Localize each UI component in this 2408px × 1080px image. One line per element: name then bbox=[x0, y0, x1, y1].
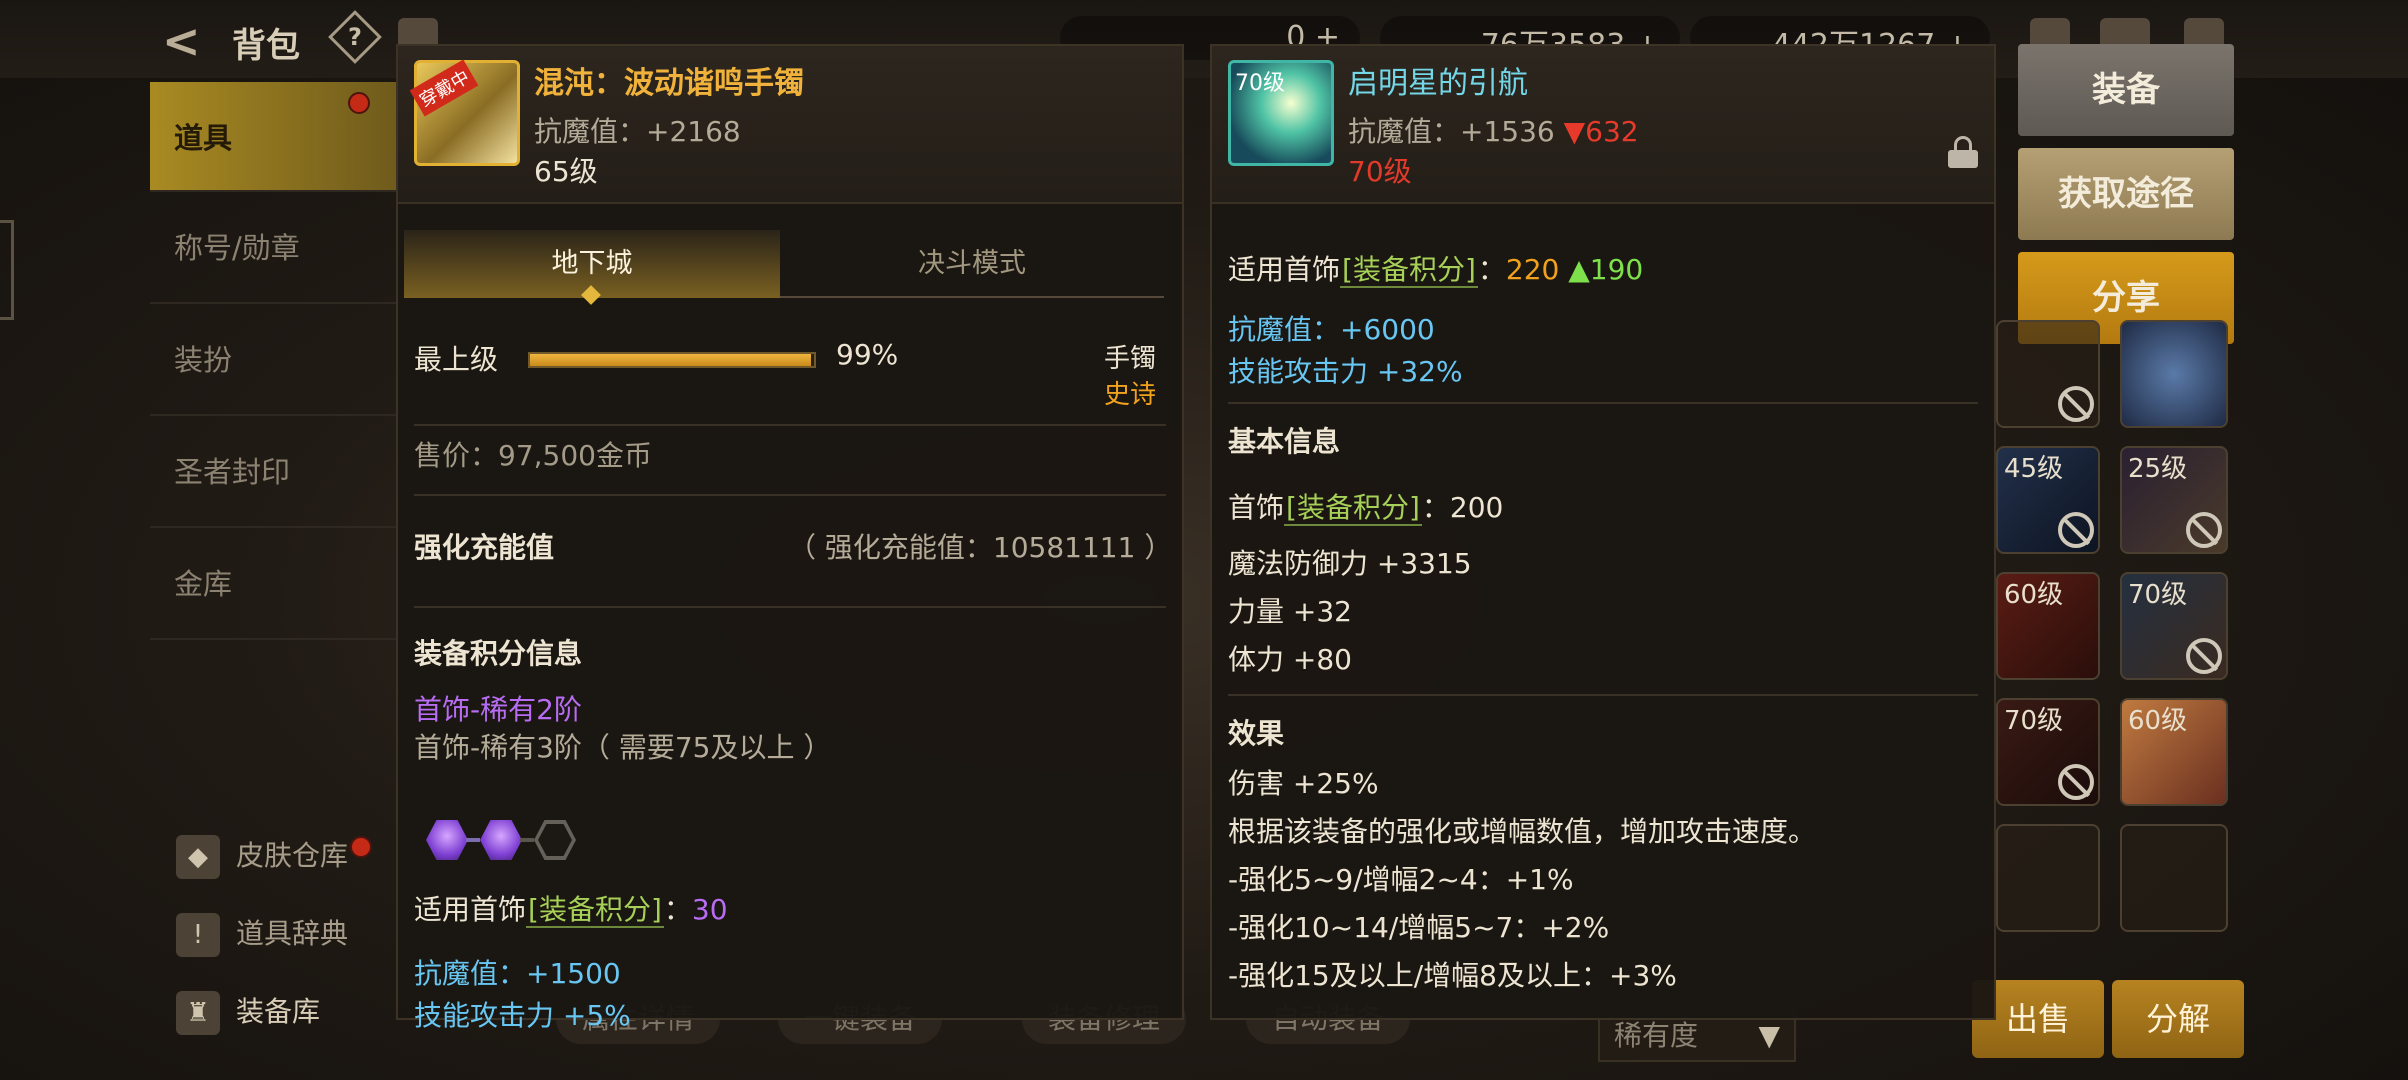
bonus-stat-1: 抗魔值：+1500 bbox=[414, 957, 621, 990]
page-title: 背包 bbox=[232, 26, 300, 66]
tier-connector bbox=[520, 838, 534, 842]
score-info-title: 装备积分信息 bbox=[414, 637, 583, 670]
bonus-stat-2: 技能攻击力 +32% bbox=[1228, 355, 1463, 388]
hanger-icon: ◆ bbox=[176, 835, 220, 879]
tier-connector bbox=[466, 838, 480, 842]
score-increase: ▲190 bbox=[1568, 253, 1644, 286]
score-line: 适用首饰[装备积分]：30 bbox=[414, 893, 728, 928]
star-item-icon: 70级 bbox=[1228, 60, 1334, 166]
mode-tabs: 地下城 决斗模式 bbox=[404, 230, 1164, 305]
equipment-score-link[interactable]: [装备积分] bbox=[1284, 491, 1422, 526]
item-level-badge: 70级 bbox=[1235, 71, 1285, 96]
help-icon[interactable]: ? bbox=[328, 10, 382, 64]
tier-empty-icon bbox=[534, 820, 576, 860]
unusable-icon bbox=[2186, 512, 2222, 548]
item-header: 穿戴中 混沌：波动谐鸣手镯 抗魔值：+2168 65级 bbox=[398, 46, 1182, 204]
divider bbox=[1228, 694, 1978, 696]
score-value: 220 bbox=[1505, 253, 1560, 286]
equipped-item-tooltip: 穿戴中 混沌：波动谐鸣手镯 抗魔值：+2168 65级 地下城 决斗模式 最上级… bbox=[396, 44, 1184, 1032]
item-name: 启明星的引航 bbox=[1348, 66, 1528, 101]
item-level: 70级 bbox=[1348, 155, 1412, 188]
effect-line: -强化15及以上/增幅8及以上：+3% bbox=[1228, 959, 1677, 992]
tier-gem-icon bbox=[480, 820, 522, 860]
skin-storage-link[interactable]: ◆ 皮肤仓库 bbox=[176, 834, 348, 879]
effect-line: -强化10~14/增幅5~7：+2% bbox=[1228, 911, 1610, 944]
armor-icon: ♜ bbox=[176, 991, 220, 1035]
notification-dot bbox=[348, 92, 370, 114]
effect-line: 伤害 +25% bbox=[1228, 767, 1379, 800]
inventory-slot[interactable]: 60级 bbox=[1996, 572, 2100, 680]
inventory-slot-empty[interactable] bbox=[2120, 824, 2228, 932]
score-line: 适用首饰[装备积分]：220 ▲190 bbox=[1228, 253, 1644, 288]
equipment-score-link[interactable]: [装备积分] bbox=[1340, 253, 1478, 288]
book-icon: ! bbox=[176, 913, 220, 957]
inventory-slot[interactable] bbox=[2120, 320, 2228, 428]
inventory-slot[interactable]: 70级 bbox=[1996, 698, 2100, 806]
effect-title: 效果 bbox=[1228, 717, 1285, 750]
divider bbox=[414, 606, 1166, 608]
nav-item-avatar[interactable]: 装扮 bbox=[150, 304, 400, 416]
effect-line: 根据该装备的强化或增幅数值，增加攻击速度。 bbox=[1228, 815, 1817, 848]
divider bbox=[1228, 402, 1978, 404]
item-dictionary-link[interactable]: ! 道具辞典 bbox=[176, 912, 348, 957]
basic-stat-vitality: 体力 +80 bbox=[1228, 643, 1352, 676]
basic-score-line: 首饰[装备积分]：200 bbox=[1228, 491, 1504, 526]
unusable-icon bbox=[2058, 386, 2094, 422]
inventory-screen: < 背包 ? 0 + 76万3583 + 442万1267 + 道具 称号/勋章… bbox=[0, 0, 2408, 1080]
next-tier: 首饰-稀有3阶（ 需要75及以上 ） bbox=[414, 731, 832, 764]
inventory-slot[interactable]: 70级 bbox=[2120, 572, 2228, 680]
divider bbox=[414, 424, 1166, 426]
item-type: 手镯 bbox=[1104, 344, 1157, 374]
current-tier: 首饰-稀有2阶 bbox=[414, 693, 582, 726]
divider bbox=[414, 494, 1166, 496]
back-arrow-icon[interactable]: < bbox=[162, 14, 201, 68]
item-name: 混沌：波动谐鸣手镯 bbox=[534, 66, 804, 101]
effect-line: -强化5~9/增幅2~4：+1% bbox=[1228, 863, 1574, 896]
unusable-icon bbox=[2058, 512, 2094, 548]
item-rarity: 史诗 bbox=[1104, 380, 1157, 410]
inventory-slot[interactable]: 25级 bbox=[2120, 446, 2228, 554]
unusable-icon bbox=[2058, 764, 2094, 800]
unusable-icon bbox=[2186, 638, 2222, 674]
item-header: 70级 启明星的引航 抗魔值：+1536 ▼632 70级 bbox=[1212, 46, 1994, 204]
compared-item-tooltip: 70级 启明星的引航 抗魔值：+1536 ▼632 70级 适用首饰[装备积分]… bbox=[1210, 44, 1996, 1020]
resist-decrease: ▼632 bbox=[1563, 115, 1639, 148]
nav-item-vault[interactable]: 金库 bbox=[150, 528, 400, 640]
nav-item-seal[interactable]: 圣者封印 bbox=[150, 416, 400, 528]
equipment-storage-link[interactable]: ♜ 装备库 bbox=[176, 990, 320, 1035]
side-collapse-handle[interactable] bbox=[0, 220, 14, 320]
basic-info-title: 基本信息 bbox=[1228, 425, 1341, 458]
score-value: 30 bbox=[691, 893, 728, 926]
magic-resist-stat: 抗魔值：+1536 ▼632 bbox=[1348, 115, 1639, 148]
bonus-stat-1: 抗魔值：+6000 bbox=[1228, 313, 1435, 346]
notification-dot bbox=[350, 836, 372, 858]
category-nav: 道具 称号/勋章 装扮 圣者封印 金库 bbox=[150, 82, 400, 640]
nav-item-titles[interactable]: 称号/勋章 bbox=[150, 192, 400, 304]
tier-gem-icon bbox=[426, 820, 468, 860]
lock-icon[interactable] bbox=[1948, 136, 1978, 168]
item-level: 65级 bbox=[534, 155, 598, 188]
equipped-badge: 穿戴中 bbox=[409, 59, 479, 117]
obtain-source-button[interactable]: 获取途径 bbox=[2018, 148, 2234, 240]
inventory-slot[interactable]: 45级 bbox=[1996, 446, 2100, 554]
reinforce-label: 强化充能值 bbox=[414, 531, 555, 564]
grade-progress-bar bbox=[528, 352, 816, 368]
basic-stat-strength: 力量 +32 bbox=[1228, 595, 1352, 628]
grade-percent: 99% bbox=[836, 338, 899, 371]
sell-price: 售价：97,500金币 bbox=[414, 439, 652, 472]
bonus-stat-2: 技能攻击力 +5% bbox=[414, 999, 631, 1032]
magic-resist-stat: 抗魔值：+2168 bbox=[534, 115, 741, 148]
grade-progress-fill bbox=[530, 354, 812, 366]
equip-button[interactable]: 装备 bbox=[2018, 44, 2234, 136]
basic-stat-magic-defense: 魔法防御力 +3315 bbox=[1228, 547, 1472, 580]
tab-duel[interactable]: 决斗模式 bbox=[784, 230, 1160, 298]
inventory-slot-empty[interactable] bbox=[1996, 824, 2100, 932]
equipment-score-link[interactable]: [装备积分] bbox=[526, 893, 664, 928]
inventory-slot[interactable]: 60级 bbox=[2120, 698, 2228, 806]
decompose-button[interactable]: 分解 bbox=[2112, 980, 2244, 1058]
inventory-slot[interactable] bbox=[1996, 320, 2100, 428]
reinforce-value: （ 强化充能值：10581111 ） bbox=[788, 531, 1173, 564]
bracelet-item-icon: 穿戴中 bbox=[409, 59, 520, 166]
grade-label: 最上级 bbox=[414, 343, 499, 376]
